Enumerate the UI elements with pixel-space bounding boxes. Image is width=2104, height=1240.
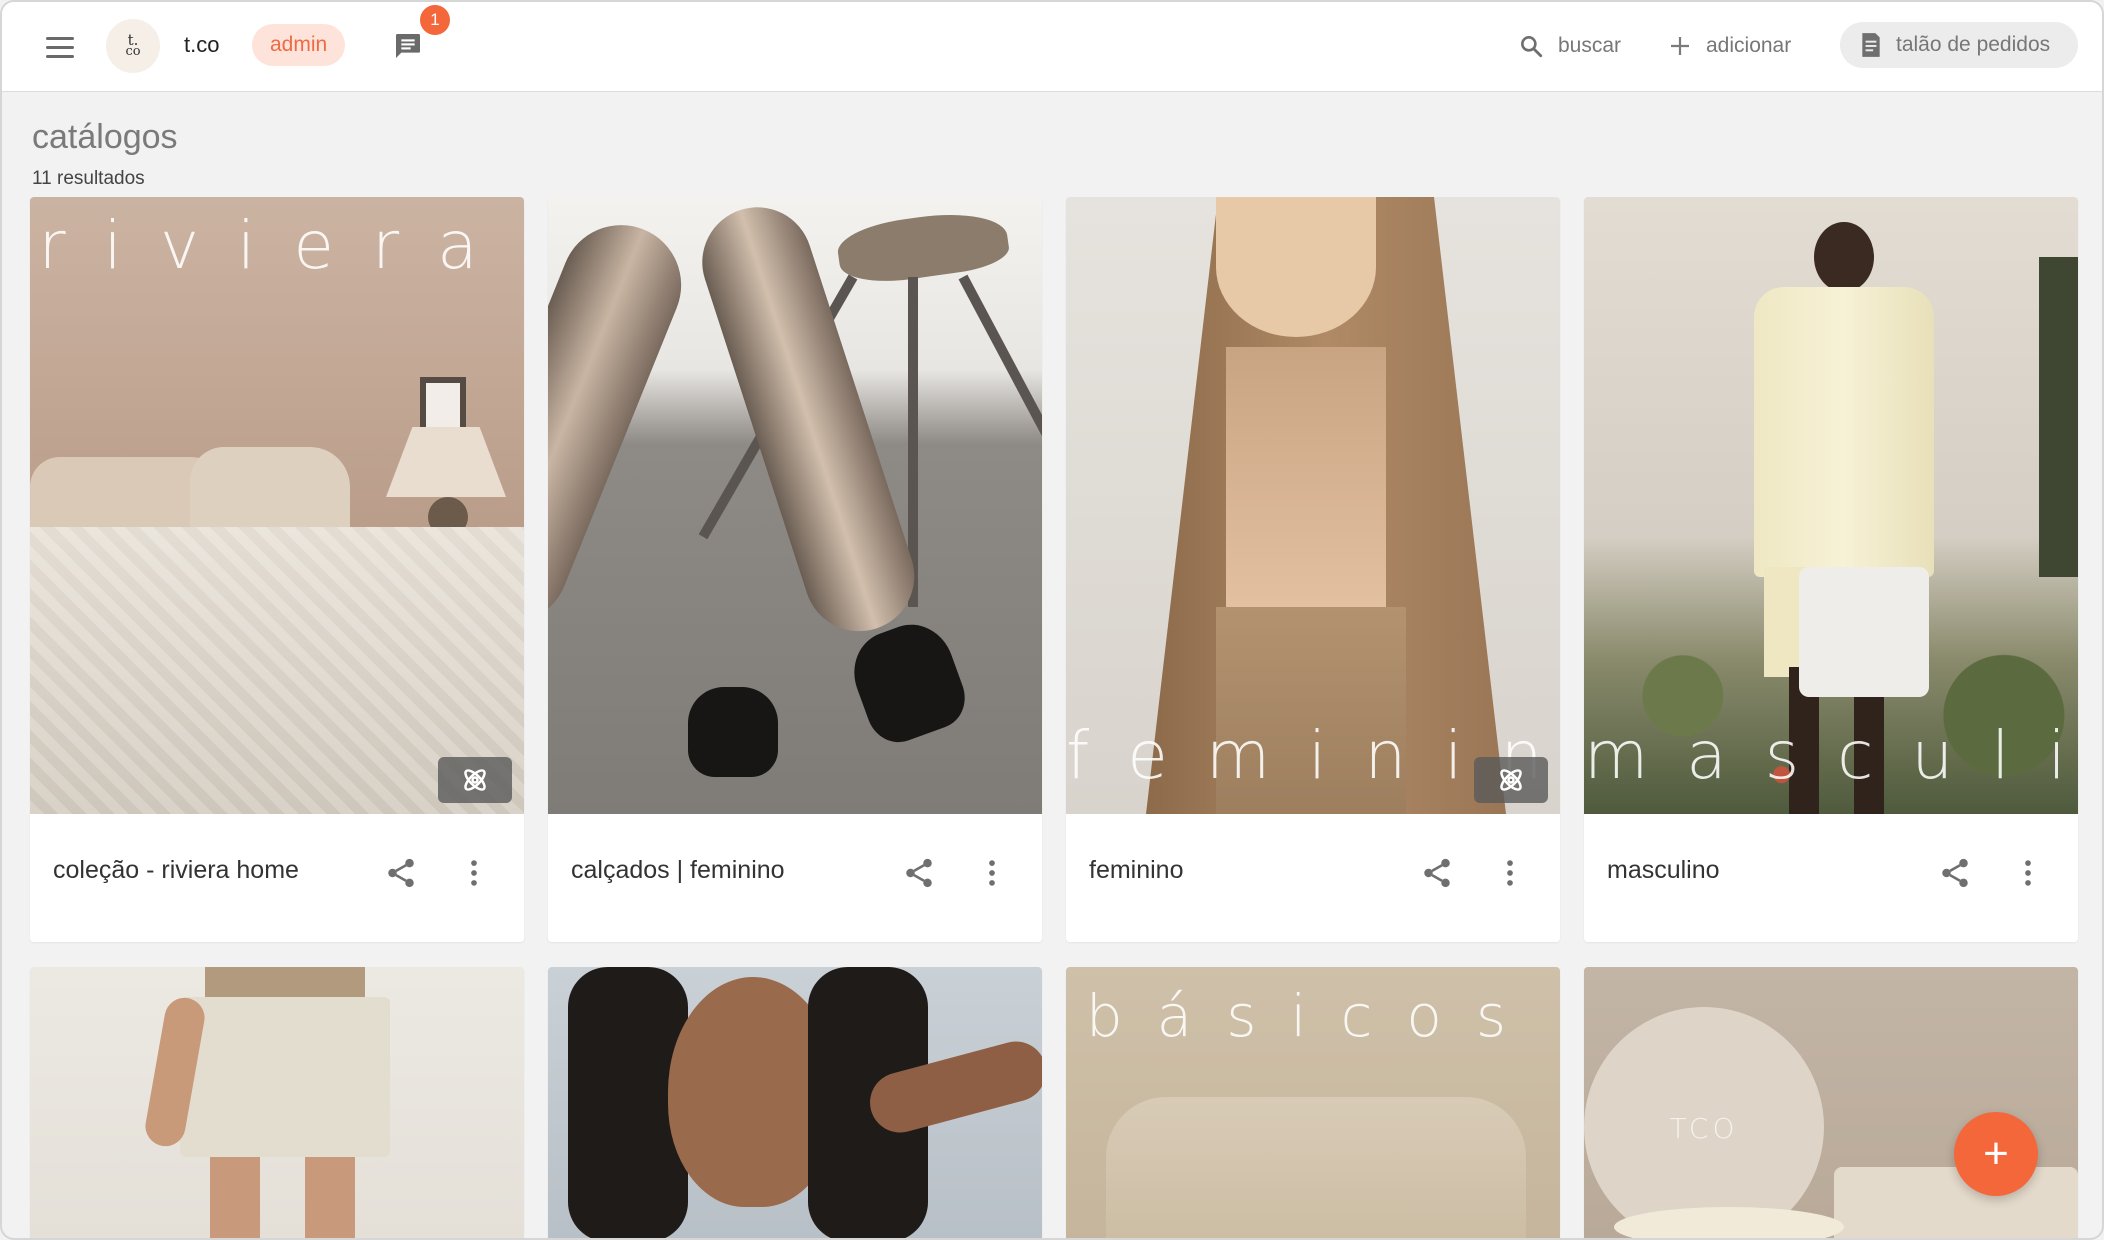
- catalog-card[interactable]: riviera coleção - riviera home: [30, 197, 524, 942]
- share-icon[interactable]: [902, 856, 936, 890]
- catalog-cover-image[interactable]: [548, 967, 1042, 1238]
- catalog-type-icon[interactable]: [1474, 757, 1548, 803]
- catalog-card[interactable]: básicos: [1066, 967, 1560, 1238]
- more-options-icon[interactable]: [1493, 856, 1527, 890]
- add-button[interactable]: adicionar: [1668, 26, 1791, 66]
- order-book-button[interactable]: talão de pedidos: [1840, 22, 2079, 68]
- catalog-card-footer: coleção - riviera home: [30, 814, 524, 942]
- catalog-cover-text: riviera: [38, 207, 516, 284]
- catalog-title[interactable]: calçados | feminino: [571, 856, 785, 885]
- catalog-cover-image[interactable]: [30, 967, 524, 1238]
- search-button[interactable]: buscar: [1518, 26, 1621, 66]
- catalog-card-footer: feminino: [1066, 814, 1560, 942]
- notification-badge: 1: [420, 5, 450, 35]
- more-options-icon[interactable]: [457, 856, 491, 890]
- catalog-card[interactable]: feminino feminino: [1066, 197, 1560, 942]
- add-label: adicionar: [1706, 34, 1792, 57]
- order-book-label: talão de pedidos: [1896, 33, 2051, 56]
- page-title: catálogos: [32, 118, 178, 156]
- catalog-cover-text: básicos: [1085, 982, 1541, 1050]
- catalog-card-footer: masculino: [1584, 814, 2078, 942]
- catalog-cover-image[interactable]: feminino: [1066, 197, 1560, 814]
- catalog-type-icon[interactable]: [438, 757, 512, 803]
- catalog-title[interactable]: coleção - riviera home: [53, 856, 299, 885]
- chat-icon[interactable]: [392, 30, 424, 62]
- catalog-card[interactable]: masculino masculino: [1584, 197, 2078, 942]
- role-badge: admin: [252, 24, 346, 66]
- app-window: t. co t.co admin 1 buscar adicionar talã…: [0, 0, 2104, 1240]
- brand-logo[interactable]: t. co: [106, 19, 160, 73]
- brand-name: t.co: [184, 32, 220, 57]
- results-count: 11 resultados: [32, 168, 145, 189]
- catalog-title[interactable]: feminino: [1089, 856, 1184, 885]
- catalog-cover-image[interactable]: masculino: [1584, 197, 2078, 814]
- catalog-cover-image[interactable]: riviera: [30, 197, 524, 814]
- catalog-cover-text: TCO: [1669, 1112, 1739, 1145]
- catalog-card[interactable]: [30, 967, 524, 1238]
- search-icon: [1521, 36, 1543, 58]
- search-label: buscar: [1558, 34, 1622, 57]
- catalog-card[interactable]: calçados | feminino: [548, 197, 1042, 942]
- catalog-card-footer: calçados | feminino: [548, 814, 1042, 942]
- catalog-cover-image[interactable]: [548, 197, 1042, 814]
- share-icon[interactable]: [1420, 856, 1454, 890]
- menu-icon[interactable]: [42, 30, 78, 64]
- catalog-cover-text: masculino: [1584, 717, 2078, 794]
- order-book-icon: [1862, 33, 1880, 57]
- more-options-icon[interactable]: [975, 856, 1009, 890]
- catalog-title[interactable]: masculino: [1607, 856, 1720, 885]
- more-options-icon[interactable]: [2011, 856, 2045, 890]
- share-icon[interactable]: [1938, 856, 1972, 890]
- top-bar: t. co t.co admin 1 buscar adicionar talã…: [2, 2, 2102, 92]
- catalog-card[interactable]: [548, 967, 1042, 1238]
- share-icon[interactable]: [384, 856, 418, 890]
- catalog-card[interactable]: TCO: [1584, 967, 2078, 1238]
- catalog-cover-image[interactable]: TCO: [1584, 967, 2078, 1238]
- add-catalog-button[interactable]: +: [1954, 1112, 2038, 1196]
- catalog-cover-image[interactable]: básicos: [1066, 967, 1560, 1238]
- plus-icon: [1671, 37, 1689, 55]
